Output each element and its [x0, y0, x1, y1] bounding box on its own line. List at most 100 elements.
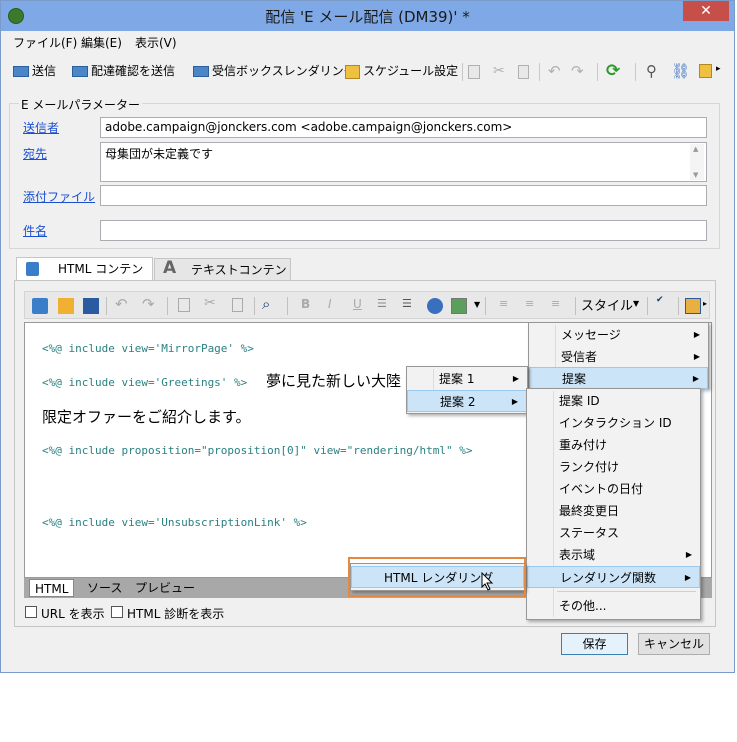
scroll-up-icon[interactable]: ▲ — [693, 145, 698, 153]
redo-icon[interactable]: ↷ — [571, 62, 584, 80]
copy-icon[interactable] — [178, 298, 190, 312]
style-select[interactable]: スタイル — [581, 295, 633, 314]
menu-file[interactable]: ファイル(F) — [13, 34, 77, 51]
align-left-icon[interactable]: ≡ — [499, 297, 508, 310]
save-button[interactable]: 保存 — [561, 633, 628, 655]
personalize-icon[interactable] — [685, 298, 701, 314]
menu-item-recipient-label: 受信者 — [561, 350, 598, 364]
cut-icon[interactable]: ✂ — [493, 63, 505, 79]
code-line-proposition: <%@ include proposition="proposition[0]"… — [42, 444, 473, 457]
bullet-list-icon[interactable]: ☰ — [402, 297, 412, 310]
undo-icon[interactable]: ↶ — [548, 62, 561, 80]
tab-html[interactable]: HTML — [29, 579, 75, 597]
spellcheck-icon[interactable]: ✔ — [656, 295, 664, 305]
menu-item-proposal-1[interactable]: 提案 1 ▶ — [407, 368, 527, 390]
attachments-field[interactable] — [100, 185, 707, 206]
italic-icon[interactable]: I — [328, 297, 332, 311]
menu-item-interaction-id[interactable]: インタラクション ID — [527, 412, 700, 434]
tab-html-content[interactable]: HTML コンテンツ — [16, 257, 153, 296]
scroll-down-icon[interactable]: ▼ — [693, 171, 698, 179]
paste-icon[interactable] — [232, 298, 243, 312]
menu-item-event-date[interactable]: イベントの日付 — [527, 478, 700, 500]
from-link[interactable]: 送信者 — [23, 119, 59, 136]
link-icon[interactable]: ⛓ — [671, 62, 690, 80]
paste-icon[interactable] — [518, 65, 529, 79]
to-field[interactable]: 母集団が未定義です ▲ ▼ — [100, 142, 707, 182]
envelope-icon — [13, 66, 29, 77]
tab-text-content[interactable]: A テキストコンテンツ — [154, 258, 291, 297]
show-url-checkbox[interactable] — [25, 606, 37, 618]
title-bar[interactable]: 配信 'E メール配信 (DM39)' * ✕ — [1, 1, 734, 31]
bold-icon[interactable]: B — [301, 297, 310, 311]
send-proof-button[interactable]: 配達確認を送信 — [72, 61, 175, 81]
submenu-arrow-icon: ▶ — [693, 352, 700, 361]
numbered-list-icon[interactable]: ☰ — [377, 297, 387, 310]
chevron-right-icon[interactable]: ▸ — [703, 299, 707, 308]
mouse-cursor-icon — [481, 572, 494, 591]
menu-item-message[interactable]: メッセージ ▶ — [529, 324, 708, 346]
menu-item-proposal-1-label: 提案 1 — [439, 372, 475, 386]
menu-item-recipient[interactable]: 受信者 ▶ — [529, 346, 708, 368]
menu-edit[interactable]: 編集(E) — [81, 34, 122, 51]
gift-icon[interactable] — [699, 64, 712, 78]
subject-link[interactable]: 件名 — [23, 222, 47, 239]
menu-view[interactable]: 表示(V) — [135, 34, 177, 51]
cut-icon[interactable]: ✂ — [204, 295, 216, 311]
chevron-right-icon[interactable]: ▸ — [716, 64, 721, 74]
callout-highlight — [348, 557, 526, 597]
toolbar-separator — [462, 63, 463, 81]
underline-icon[interactable]: U — [353, 297, 362, 311]
close-button[interactable]: ✕ — [683, 1, 729, 21]
to-field-scrollbar[interactable]: ▲ ▼ — [690, 144, 704, 180]
subject-field[interactable] — [100, 220, 707, 241]
toolbar-separator — [575, 297, 576, 315]
insert-image-icon[interactable] — [451, 298, 467, 314]
menu-item-proposal-2[interactable]: 提案 2 ▶ — [407, 390, 527, 412]
open-folder-icon[interactable] — [58, 298, 74, 314]
send-button[interactable]: 送信 — [13, 61, 56, 81]
html-diagnostics-label: HTML 診断を表示 — [127, 607, 225, 621]
copy-icon[interactable] — [468, 65, 480, 79]
menu-item-proposal-2-label: 提案 2 — [440, 395, 476, 409]
inbox-rendering-label: 受信ボックスレンダリング — [212, 64, 356, 78]
menu-item-status[interactable]: ステータス — [527, 522, 700, 544]
toolbar-separator — [254, 297, 255, 315]
editor-toolbar: ↶ ↷ ✂ ⌕ B I U ☰ ☰ ▼ ≡ ≡ ≡ スタイル ▼ ✔ ▸ — [24, 291, 710, 319]
menu-item-rendering-function-label: レンダリング関数 — [560, 571, 657, 585]
refresh-icon[interactable]: ⟳ — [606, 61, 620, 81]
new-html-icon[interactable] — [32, 298, 48, 314]
undo-icon[interactable]: ↶ — [115, 295, 128, 313]
submenu-arrow-icon: ▶ — [685, 550, 692, 559]
align-center-icon[interactable]: ≡ — [525, 297, 534, 310]
image-dropdown-chevron-icon[interactable]: ▼ — [474, 300, 480, 309]
send-proof-label: 配達確認を送信 — [91, 64, 176, 78]
tab-source[interactable]: ソース — [82, 579, 127, 597]
save-disk-icon[interactable] — [83, 298, 99, 314]
attachments-link[interactable]: 添付ファイル — [23, 188, 95, 205]
schedule-button[interactable]: スケジュール設定 — [345, 61, 458, 81]
to-link[interactable]: 宛先 — [23, 145, 47, 162]
tab-preview[interactable]: プレビュー — [130, 579, 200, 597]
menu-item-proposal[interactable]: 提案 ▶ — [529, 367, 708, 389]
hyperlink-globe-icon[interactable] — [427, 298, 443, 314]
inbox-rendering-button[interactable]: 受信ボックスレンダリング — [193, 61, 356, 81]
submenu-arrow-icon: ▶ — [693, 330, 700, 339]
align-right-icon[interactable]: ≡ — [551, 297, 560, 310]
to-value: 母集団が未定義です — [105, 147, 214, 161]
cancel-button[interactable]: キャンセル — [638, 633, 710, 655]
from-field[interactable]: adobe.campaign@jonckers.com <adobe.campa… — [100, 117, 707, 138]
html-diagnostics-checkbox[interactable] — [111, 606, 123, 618]
redo-icon[interactable]: ↷ — [142, 295, 155, 313]
find-binoculars-icon[interactable]: ⌕ — [262, 295, 270, 313]
menu-item-last-modified[interactable]: 最終変更日 — [527, 500, 700, 522]
menu-item-weight[interactable]: 重み付け — [527, 434, 700, 456]
menu-item-rendering-function[interactable]: レンダリング関数 ▶ — [527, 566, 700, 588]
menu-item-proposal-id[interactable]: 提案 ID — [527, 390, 700, 412]
menu-item-display-space[interactable]: 表示域 ▶ — [527, 544, 700, 566]
menu-bar: ファイル(F) 編集(E) 表示(V) — [1, 31, 734, 51]
toolbar-separator — [635, 63, 636, 81]
style-dropdown-chevron-icon[interactable]: ▼ — [633, 299, 639, 308]
attachment-icon[interactable]: ⚲ — [646, 62, 657, 80]
menu-item-other[interactable]: その他... — [527, 595, 700, 617]
menu-item-rank[interactable]: ランク付け — [527, 456, 700, 478]
